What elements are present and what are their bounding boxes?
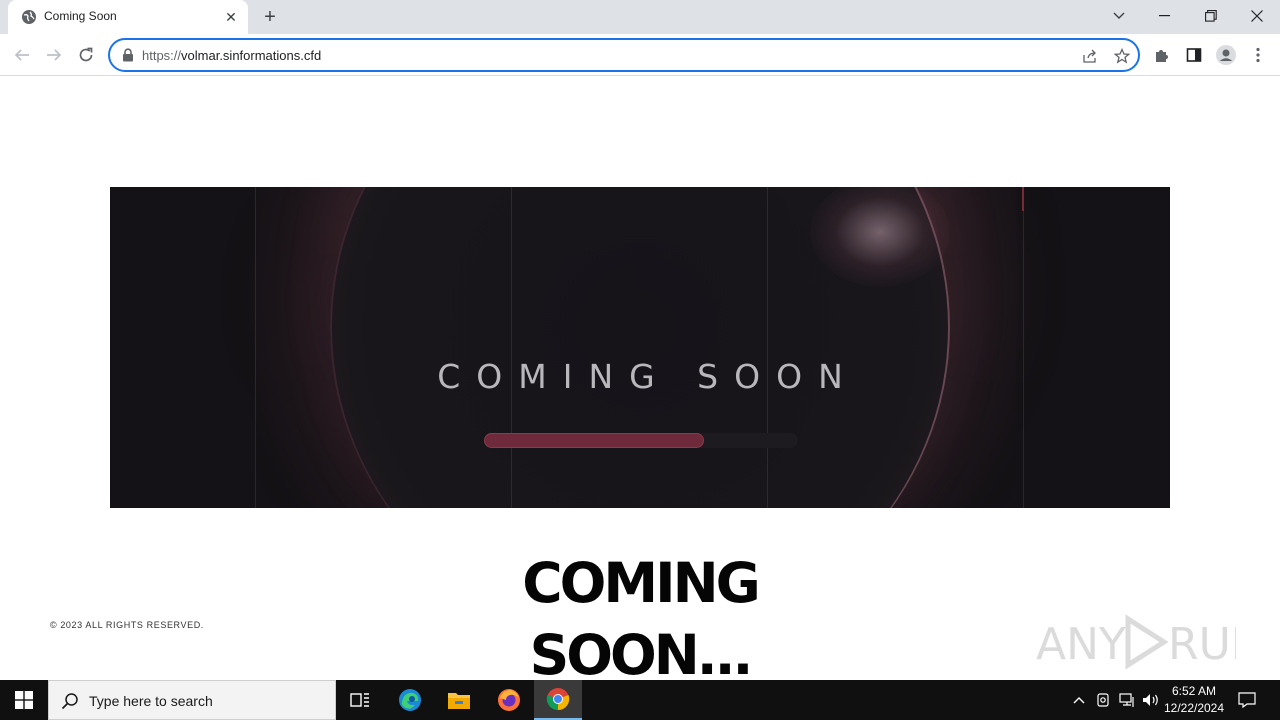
taskbar-search-box[interactable]: Type here to search bbox=[48, 680, 336, 720]
reload-button[interactable] bbox=[74, 43, 98, 67]
forward-button[interactable] bbox=[42, 43, 66, 67]
browser-toolbar: https://volmar.sinformations.cfd bbox=[0, 34, 1280, 76]
copyright-text: © 2023 ALL RIGHTS RESERVED. bbox=[50, 620, 204, 630]
profile-avatar-icon[interactable] bbox=[1216, 45, 1236, 65]
tab-title: Coming Soon bbox=[44, 9, 117, 23]
file-explorer-icon[interactable] bbox=[435, 680, 483, 720]
meet-now-icon[interactable] bbox=[1094, 690, 1112, 710]
system-clock[interactable]: 6:52 AM 12/22/2024 bbox=[1160, 683, 1228, 717]
clock-date: 12/22/2024 bbox=[1163, 701, 1225, 715]
back-button[interactable] bbox=[10, 43, 34, 67]
volume-icon[interactable] bbox=[1142, 690, 1160, 710]
grid-line bbox=[255, 187, 256, 508]
task-view-icon[interactable] bbox=[336, 680, 384, 720]
windows-start-button[interactable] bbox=[0, 680, 48, 720]
windows-logo-icon bbox=[15, 691, 33, 709]
tab-search-chevron-icon[interactable] bbox=[1096, 0, 1142, 32]
chrome-icon[interactable] bbox=[534, 680, 582, 720]
grid-line bbox=[511, 187, 512, 508]
network-icon[interactable] bbox=[1118, 690, 1136, 710]
red-accent-line bbox=[1022, 187, 1024, 211]
clock-time: 6:52 AM bbox=[1171, 684, 1217, 698]
svg-text:RUN: RUN bbox=[1168, 619, 1236, 670]
extensions-puzzle-icon[interactable] bbox=[1152, 45, 1172, 65]
tab-strip: Coming Soon ✕ + bbox=[0, 0, 1280, 34]
bookmark-star-icon[interactable] bbox=[1112, 46, 1132, 66]
globe-icon bbox=[22, 10, 36, 24]
svg-text:ANY: ANY bbox=[1036, 619, 1126, 670]
minimize-button[interactable] bbox=[1142, 0, 1188, 32]
url-scheme: https:// bbox=[142, 48, 182, 63]
web-page: COMING SOON COMING SOON... © 2023 ALL RI… bbox=[0, 77, 1280, 680]
close-window-button[interactable] bbox=[1234, 0, 1280, 32]
banner-title: COMING SOON bbox=[437, 357, 859, 396]
coming-soon-banner: COMING SOON bbox=[110, 187, 1170, 508]
url-text[interactable]: https://volmar.sinformations.cfd bbox=[142, 48, 321, 63]
share-icon[interactable] bbox=[1080, 46, 1100, 66]
restore-button[interactable] bbox=[1188, 0, 1234, 32]
browser-tab[interactable]: Coming Soon ✕ bbox=[8, 0, 248, 34]
anyrun-watermark-logo: ANY RUN bbox=[1036, 609, 1264, 673]
search-icon bbox=[61, 693, 78, 710]
menu-kebab-icon[interactable] bbox=[1248, 45, 1268, 65]
search-placeholder: Type here to search bbox=[89, 693, 213, 709]
progress-fill bbox=[484, 433, 704, 448]
url-host: volmar.sinformations.cfd bbox=[181, 48, 322, 63]
notifications-icon[interactable] bbox=[1236, 690, 1258, 710]
grid-line bbox=[1023, 187, 1024, 508]
tab-close-icon[interactable]: ✕ bbox=[222, 8, 240, 26]
edge-browser-icon[interactable] bbox=[386, 680, 434, 720]
tray-overflow-chevron-icon[interactable] bbox=[1070, 690, 1088, 710]
address-bar[interactable]: https://volmar.sinformations.cfd bbox=[108, 38, 1140, 72]
new-tab-button[interactable]: + bbox=[259, 6, 281, 28]
firefox-icon[interactable] bbox=[485, 680, 533, 720]
windows-taskbar: Type here to search 6:52 AM 12/22/2024 bbox=[0, 680, 1280, 720]
lock-icon[interactable] bbox=[121, 48, 135, 62]
grid-line bbox=[767, 187, 768, 508]
progress-bar bbox=[484, 433, 798, 448]
side-panel-icon[interactable] bbox=[1184, 45, 1204, 65]
